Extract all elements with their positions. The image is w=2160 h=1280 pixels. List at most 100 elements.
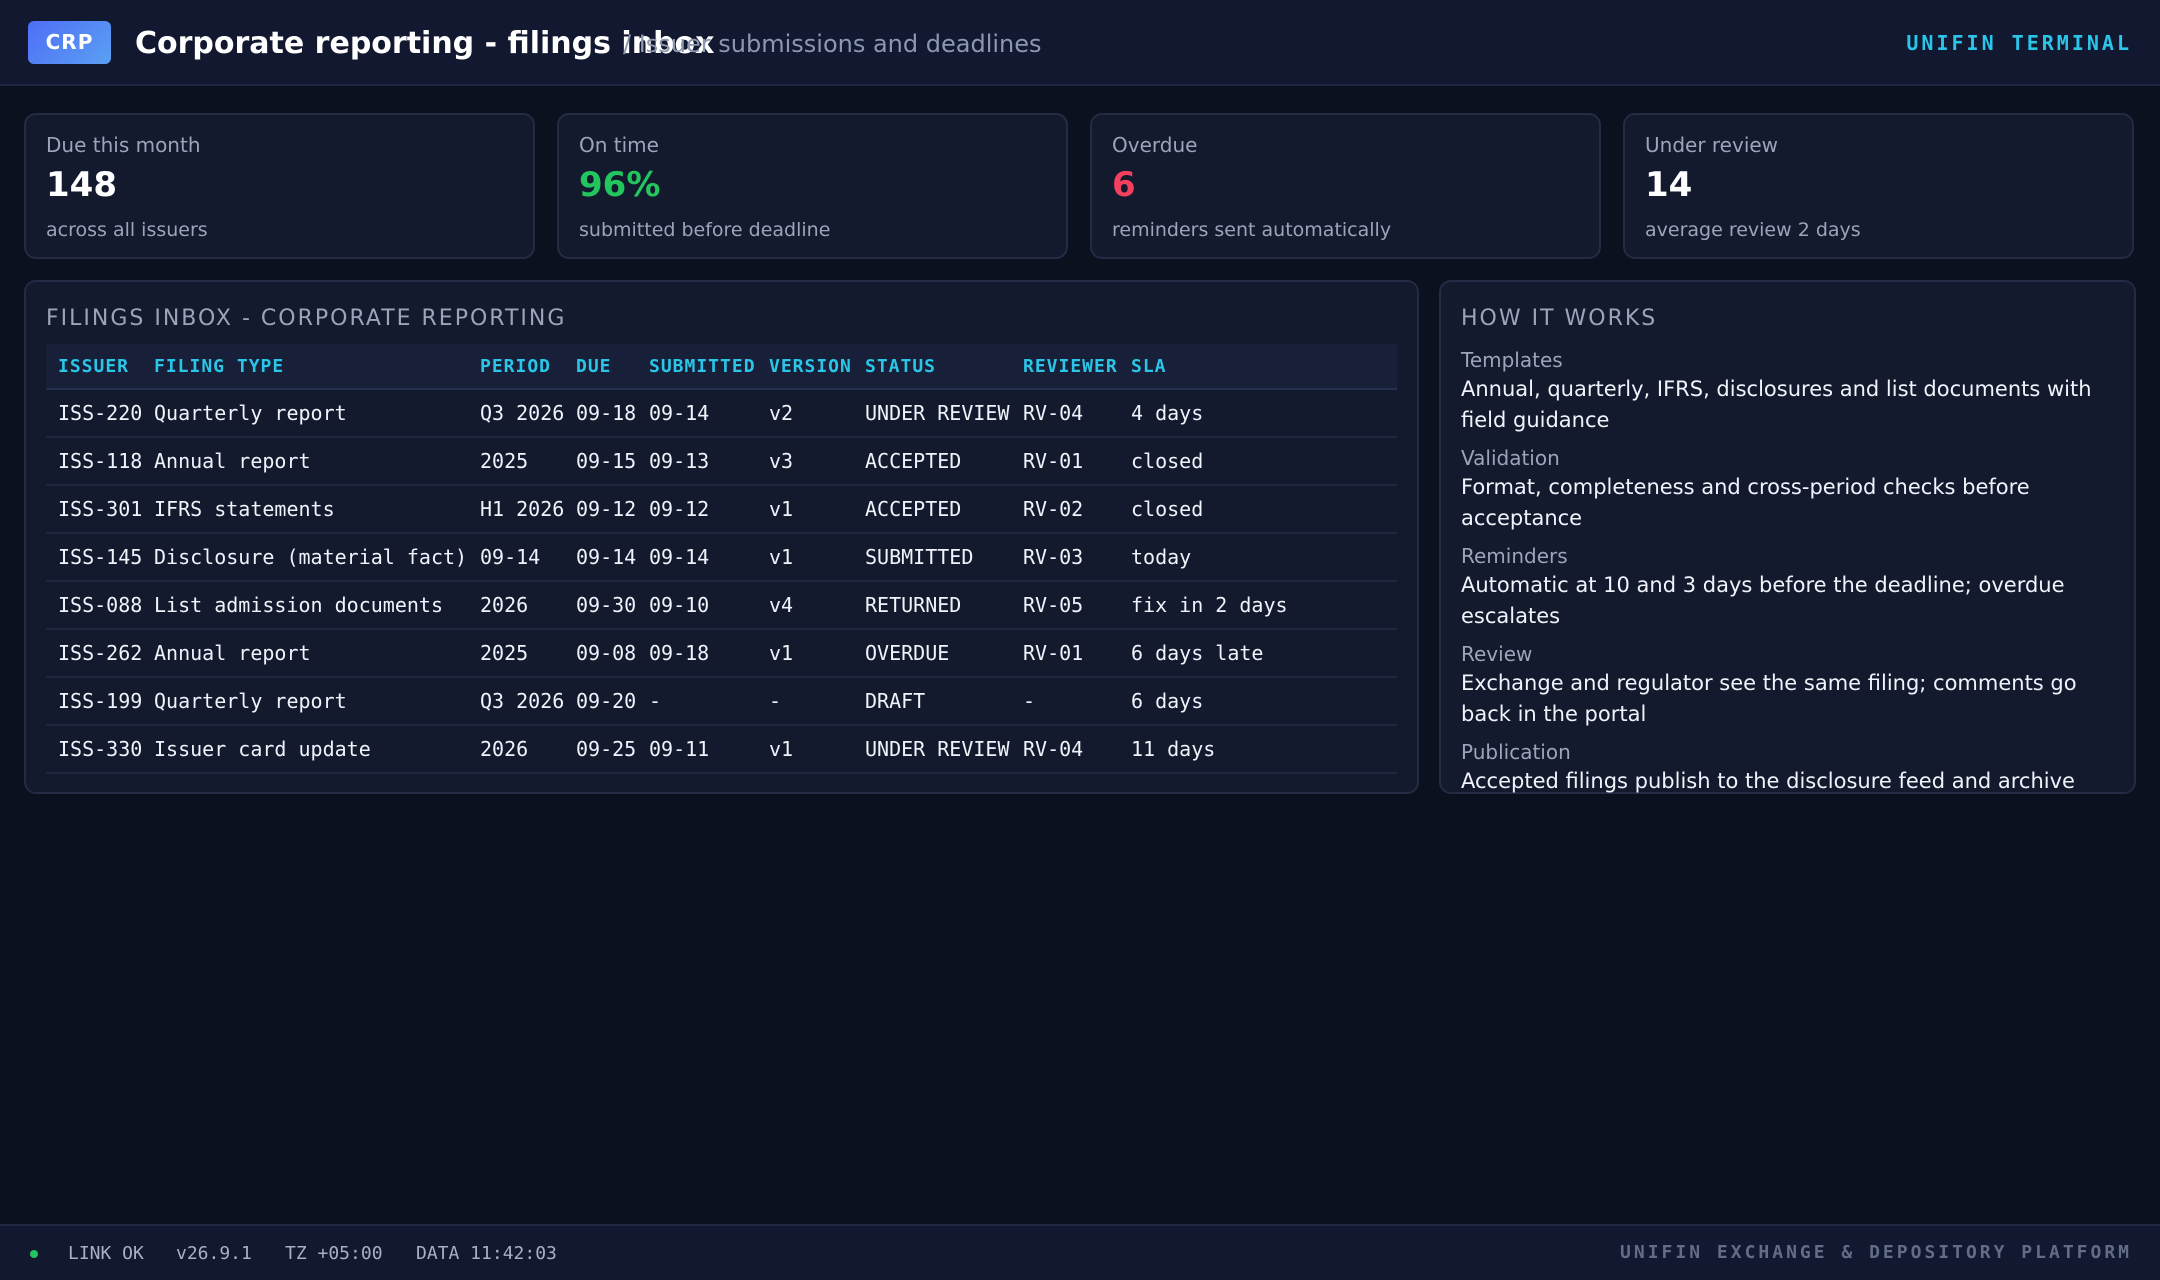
cell-status: DRAFT <box>853 677 1011 726</box>
table-row[interactable]: ISS-199 Quarterly report Q3 2026 09-20- - DRA… <box>46 677 1397 726</box>
column-header-status[interactable]: STATUS <box>853 344 1011 390</box>
app-header: CRP Corporate reporting - filings inbox … <box>0 0 2160 86</box>
cell-reviewer: RV-01 <box>1011 437 1119 486</box>
kpi-caption: average review 2 days <box>1645 219 1861 241</box>
cell-issuer: ISS-088 <box>46 581 142 630</box>
table-row[interactable]: ISS-220 Quarterly report Q3 2026 09-18 09-14… <box>46 389 1397 438</box>
column-header-submitted[interactable]: SUBMITTED <box>637 344 757 390</box>
cell-issuer: ISS-330 <box>46 725 142 774</box>
how-it-works-item-label: Validation <box>1461 446 1560 470</box>
cell-issuer: ISS-220 <box>46 389 142 438</box>
how-it-works-item: Reminders Automatic at 10 and 3 days befo… <box>1461 542 2121 632</box>
how-it-works-item-description: Format, completeness and cross-period ch… <box>1461 475 2030 530</box>
cell-reviewer: - <box>1011 677 1119 726</box>
how-it-works-item-label: Review <box>1461 642 1533 666</box>
cell-status: SUBMITTED <box>853 533 1011 582</box>
cell-due: 09-25 <box>564 725 637 774</box>
cell-filing-type: IFRS statements <box>142 485 468 534</box>
column-header-due[interactable]: DUE <box>564 344 637 390</box>
kpi-card-under-review: Under review 14 average review 2 days <box>1623 113 2134 259</box>
column-header-filing-type[interactable]: FILING TYPE <box>142 344 468 390</box>
cell-filing-type: Quarterly report <box>142 677 468 726</box>
how-it-works-item-label: Reminders <box>1461 544 1568 568</box>
status-bar: LINK OK v26.9.1 TZ +05:00 DATA 11:42:03 … <box>0 1224 2160 1280</box>
cell-sla: 11 days <box>1119 725 1397 774</box>
cell-due: 09-15 <box>564 437 637 486</box>
cell-filing-type: Quarterly report <box>142 389 468 438</box>
cell-issuer: ISS-145 <box>46 533 142 582</box>
kpi-caption: reminders sent automatically <box>1112 219 1392 241</box>
table-row[interactable]: ISS-118 Annual report 2025 09-15 09-13 v3 ACCE… <box>46 437 1397 486</box>
cell-submitted: 09-18 <box>637 629 757 678</box>
cell-status: OVERDUE <box>853 629 1011 678</box>
cell-sla: 6 days <box>1119 677 1397 726</box>
cell-submitted: 09-12 <box>637 485 757 534</box>
link-status: LINK OK <box>68 1243 144 1264</box>
kpi-label: Due this month <box>46 133 201 157</box>
cell-reviewer: RV-02 <box>1011 485 1119 534</box>
cell-due: 09-14 <box>564 533 637 582</box>
kpi-label: On time <box>579 133 659 157</box>
cell-version: - <box>757 677 853 726</box>
cell-due: 09-30 <box>564 581 637 630</box>
cell-due: 09-18 <box>564 389 637 438</box>
table-row[interactable]: ISS-088 List admission documents 2026 09-30… <box>46 581 1397 630</box>
how-it-works-item: Templates Annual, quarterly, IFRS, disclo… <box>1461 346 2121 436</box>
table-row[interactable]: ISS-262 Annual report 2025 09-08 09-18 v1 OVER… <box>46 629 1397 678</box>
how-it-works-item: Publication Accepted filings publish to t… <box>1461 738 2121 797</box>
column-header-period[interactable]: PERIOD <box>468 344 564 390</box>
how-it-works-title: HOW IT WORKS <box>1461 306 1658 331</box>
column-header-issuer[interactable]: ISSUER <box>46 344 142 390</box>
kpi-value: 6 <box>1112 165 1136 205</box>
cell-reviewer: RV-01 <box>1011 629 1119 678</box>
how-it-works-item: Review Exchange and regulator see the sam… <box>1461 640 2121 730</box>
kpi-label: Overdue <box>1112 133 1198 157</box>
cell-period: H1 2026 <box>468 485 564 534</box>
version-label: v26.9.1 <box>176 1243 252 1264</box>
cell-version: v4 <box>757 581 853 630</box>
cell-filing-type: Annual report <box>142 629 468 678</box>
cell-submitted: - <box>637 677 757 726</box>
platform-label: UNIFIN EXCHANGE & DEPOSITORY PLATFORM <box>1620 1242 2132 1263</box>
cell-reviewer: RV-04 <box>1011 725 1119 774</box>
cell-version: v1 <box>757 725 853 774</box>
cell-reviewer: RV-04 <box>1011 389 1119 438</box>
cell-status: RETURNED <box>853 581 1011 630</box>
cell-filing-type: List admission documents <box>142 581 468 630</box>
column-header-version[interactable]: VERSION <box>757 344 853 390</box>
table-row[interactable]: ISS-330 Issuer card update 2026 09-25 09-11 v… <box>46 725 1397 774</box>
cell-period: 2026 <box>468 581 564 630</box>
data-timestamp: DATA 11:42:03 <box>416 1243 557 1264</box>
table-row[interactable]: ISS-145 Disclosure (material fact) 09-14 09… <box>46 533 1397 582</box>
cell-status: ACCEPTED <box>853 485 1011 534</box>
how-it-works-item-label: Publication <box>1461 740 1571 764</box>
brand-label: UNIFIN TERMINAL <box>1906 31 2132 55</box>
cell-version: v1 <box>757 533 853 582</box>
timezone-label: TZ +05:00 <box>285 1243 383 1264</box>
kpi-card-due-this-month: Due this month 148 across all issuers <box>24 113 535 259</box>
column-header-reviewer[interactable]: REVIEWER <box>1011 344 1119 390</box>
cell-reviewer: RV-03 <box>1011 533 1119 582</box>
cell-filing-type: Annual report <box>142 437 468 486</box>
cell-filing-type: Issuer card update <box>142 725 468 774</box>
cell-issuer: ISS-301 <box>46 485 142 534</box>
column-header-sla[interactable]: SLA <box>1119 344 1397 390</box>
how-it-works-item: Validation Format, completeness and cross… <box>1461 444 2121 534</box>
how-it-works-panel: HOW IT WORKS Templates Annual, quarterly,… <box>1439 280 2136 794</box>
cell-period: 2025 <box>468 437 564 486</box>
filings-inbox-panel: FILINGS INBOX - CORPORATE REPORTING ISSU… <box>24 280 1419 794</box>
cell-sla: closed <box>1119 485 1397 534</box>
how-it-works-item-description: Accepted filings publish to the disclosu… <box>1461 769 2075 793</box>
table-header-row: ISSUER FILING TYPE PERIOD DUE SUBMITTED … <box>46 344 1397 390</box>
cell-submitted: 09-14 <box>637 389 757 438</box>
cell-period: 2026 <box>468 725 564 774</box>
cell-due: 09-08 <box>564 629 637 678</box>
cell-sla: fix in 2 days <box>1119 581 1397 630</box>
cell-sla: closed <box>1119 437 1397 486</box>
cell-submitted: 09-14 <box>637 533 757 582</box>
cell-issuer: ISS-262 <box>46 629 142 678</box>
cell-reviewer: RV-05 <box>1011 581 1119 630</box>
cell-status: UNDER REVIEW <box>853 389 1011 438</box>
cell-period: 2025 <box>468 629 564 678</box>
table-row[interactable]: ISS-301 IFRS statements H1 2026 09-12 09-12 v… <box>46 485 1397 534</box>
